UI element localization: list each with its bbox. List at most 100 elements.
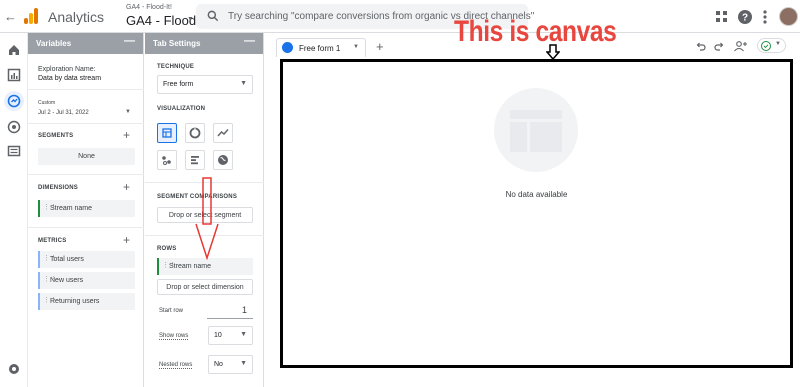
chevron-down-icon[interactable]: ▼ [187,16,194,23]
start-row-input[interactable]: 1 [242,305,247,315]
explore-icon[interactable] [7,94,21,108]
reports-icon[interactable] [7,68,21,82]
rows-chip-stream-name[interactable]: ⋮⋮ Stream name [157,258,253,275]
minimize-icon[interactable]: — [124,35,135,47]
arrow-left-icon[interactable]: ← [4,9,17,24]
metric-chip-total-users[interactable]: ⋮⋮ Total users [38,251,135,268]
viz-geo-button[interactable] [213,150,233,170]
technique-label: TECHNIQUE [157,64,195,70]
divider [28,123,144,124]
dimensions-label: DIMENSIONS [38,185,79,191]
chevron-down-icon: ▼ [240,80,247,87]
tab-free-form-1[interactable]: Free form 1 ▼ [276,38,366,57]
more-vert-icon[interactable] [757,9,773,25]
chevron-down-icon[interactable]: ▼ [353,44,359,50]
date-range-selector[interactable]: Jul 2 - Jul 31, 2022 [38,110,89,116]
pencil-icon [282,42,293,53]
configure-icon[interactable] [7,144,21,158]
no-data-message: No data available [505,190,568,199]
help-icon[interactable]: ? [737,9,753,25]
divider [28,89,144,90]
viz-table-button[interactable] [157,123,177,143]
svg-text:?: ? [742,13,748,24]
nested-rows-label: Nested rows [159,362,193,369]
scatter-plot-icon [162,156,171,165]
chevron-down-icon[interactable]: ▼ [125,109,131,115]
divider [28,174,144,175]
annotation-arrow-down-icon [546,44,560,60]
visualization-label: VISUALIZATION [157,106,206,112]
donut-chart-icon [189,127,201,139]
segments-none-chip: None [38,148,135,165]
drag-handle-icon[interactable]: ⋮⋮ [43,275,57,283]
metric-chip-label: Returning users [50,298,100,305]
geo-map-icon [218,155,228,165]
viz-line-button[interactable] [213,123,233,143]
tab-settings-panel-header: Tab Settings — [145,33,263,54]
show-rows-value: 10 [214,332,222,339]
check-status-icon [761,41,771,51]
exploration-name-label: Exploration Name: [38,66,96,73]
left-nav-rail [0,33,28,387]
start-row-underline [207,318,253,319]
minimize-icon[interactable]: — [244,35,255,47]
variables-panel-header: Variables — [28,33,143,54]
advertising-icon[interactable] [7,120,21,134]
date-tag: Custom [38,100,56,106]
annotation-red-arrow-icon [195,177,219,260]
drag-handle-icon[interactable]: ⋮⋮ [43,203,57,211]
variables-panel-title: Variables [36,39,72,48]
add-segment-button[interactable]: + [123,128,130,142]
tab-label: Free form 1 [299,44,341,53]
annotation-this-is-canvas: This is canvas [454,15,617,48]
show-rows-select[interactable]: 10 ▼ [208,326,253,345]
empty-table-icon [510,110,562,152]
dimension-chip-stream-name[interactable]: ⋮⋮ Stream name [38,200,135,217]
redo-icon[interactable] [713,40,725,52]
drop-select-dimension[interactable]: Drop or select dimension [157,279,253,295]
account-avatar[interactable] [779,7,798,26]
nested-rows-value: No [214,361,223,368]
show-rows-label: Show rows [159,333,189,340]
chevron-down-icon: ▼ [775,41,781,47]
add-tab-button[interactable]: + [376,39,384,54]
nested-rows-select[interactable]: No ▼ [208,355,253,374]
undo-icon[interactable] [695,40,707,52]
bar-chart-icon [191,156,199,165]
metrics-label: METRICS [38,238,67,244]
viz-donut-button[interactable] [185,123,205,143]
home-icon[interactable] [7,43,21,57]
empty-state-illustration [494,88,578,172]
top-app-bar: ← Analytics GA4 - Flood-It! GA4 - Flood-… [0,0,800,33]
apps-grid-icon[interactable] [714,9,730,25]
search-icon [207,10,219,22]
add-metric-button[interactable]: + [123,233,130,247]
segments-label: SEGMENTS [38,133,74,139]
divider [28,227,144,228]
exploration-canvas[interactable]: No data available [280,59,793,368]
exploration-name-input[interactable]: Data by data stream [38,75,101,82]
table-icon [162,128,172,138]
drag-handle-icon[interactable]: ⋮⋮ [43,296,57,304]
drag-handle-icon[interactable]: ⋮⋮ [43,254,57,262]
viz-bar-button[interactable] [185,150,205,170]
brand-name: Analytics [48,9,105,25]
chevron-down-icon: ▼ [240,331,247,338]
chevron-down-icon: ▼ [240,360,247,367]
drag-handle-icon[interactable]: ⋮⋮ [162,261,176,269]
technique-select[interactable]: Free form ▼ [157,75,253,94]
rows-label: ROWS [157,246,177,252]
start-row-label: Start row [159,308,184,314]
variables-panel: Variables — Exploration Name: Data by da… [28,33,144,387]
metric-chip-new-users[interactable]: ⋮⋮ New users [38,272,135,289]
analytics-logo-icon [24,8,40,24]
line-chart-icon [217,129,229,137]
account-name[interactable]: GA4 - Flood-It! [126,4,172,11]
settings-icon[interactable] [7,362,21,376]
add-dimension-button[interactable]: + [123,180,130,194]
viz-scatter-button[interactable] [157,150,177,170]
metric-chip-returning-users[interactable]: ⋮⋮ Returning users [38,293,135,310]
share-user-icon[interactable] [733,40,748,52]
technique-value: Free form [163,81,194,88]
status-pill[interactable]: ▼ [757,38,786,53]
